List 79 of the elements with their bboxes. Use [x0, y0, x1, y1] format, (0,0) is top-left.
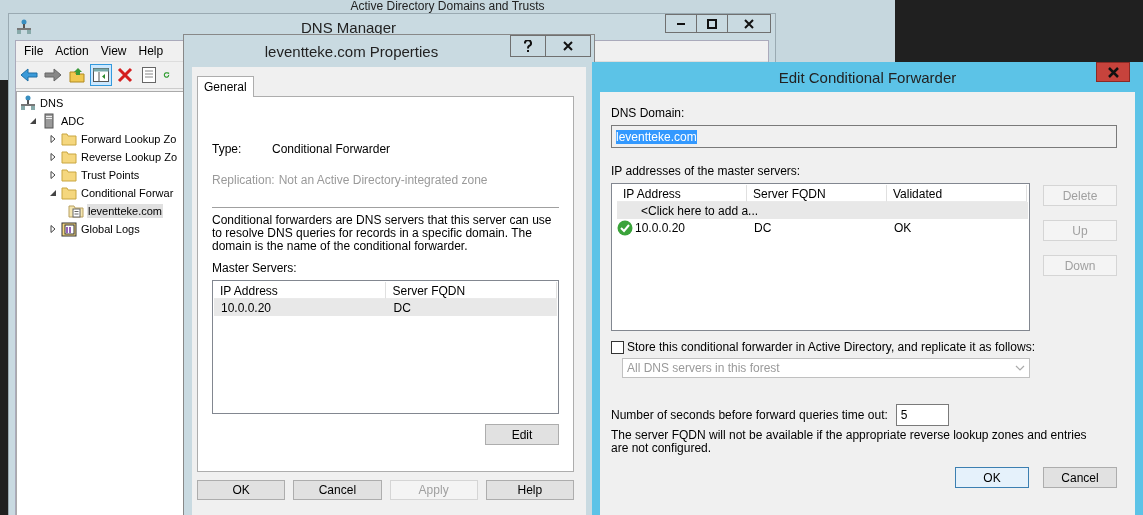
folder-icon: [61, 149, 77, 165]
tree-item[interactable]: leventteke.com: [87, 204, 163, 218]
close-icon: [744, 18, 754, 29]
server-icon: [41, 113, 57, 129]
dialog-button[interactable]: OK: [197, 480, 286, 500]
expand-arrow-icon[interactable]: [48, 134, 58, 144]
maximize-icon: [707, 18, 717, 29]
properties-icon: [142, 67, 156, 83]
field-value: Conditional Forwarder: [272, 142, 391, 156]
collapse-arrow-icon[interactable]: [48, 188, 58, 198]
close-icon: [563, 41, 573, 51]
tab[interactable]: General: [197, 76, 254, 97]
help-button[interactable]: [510, 35, 546, 57]
dialog-button[interactable]: OK: [955, 467, 1029, 488]
checkbox-label: Store this conditional forwarder in Active Directory, and replicate it as follows:: [627, 340, 1035, 354]
tree-item[interactable]: Trust Points: [80, 168, 141, 182]
table-row[interactable]: 10.0.0.20 DC OK: [617, 219, 1028, 236]
folder-up-icon: [69, 67, 85, 83]
window-title: DNS Manager: [300, 18, 396, 36]
folder-icon: [61, 185, 77, 201]
check-circle-icon: [617, 219, 633, 236]
field-label: Replication:: [212, 173, 275, 187]
close-button[interactable]: [727, 14, 771, 33]
tree-item[interactable]: DNS: [39, 96, 65, 110]
minimize-icon: [677, 22, 685, 25]
maximize-button[interactable]: [696, 14, 728, 33]
tree-item[interactable]: Global Logs: [80, 222, 141, 236]
menu-item[interactable]: View: [94, 44, 133, 58]
minimize-button[interactable]: [665, 14, 697, 33]
field-label: Number of seconds before forward queries time out:: [611, 408, 888, 422]
dialog-button[interactable]: Help: [485, 480, 574, 500]
question-mark-icon: [524, 40, 532, 52]
folder-icon: [61, 167, 77, 183]
note-text: The server FQDN will not be available if the appropriate reverse lookup zones and entries are not configured.: [611, 429, 1088, 455]
menu-item[interactable]: File: [18, 44, 50, 58]
menu-item[interactable]: Action: [49, 44, 95, 58]
table-cell-text: 10.0.0.20: [634, 220, 687, 235]
close-button[interactable]: [545, 35, 591, 57]
pane-icon: [93, 68, 109, 82]
tree-item[interactable]: ADC: [60, 114, 86, 128]
checkbox[interactable]: [611, 340, 624, 354]
table-cell-text: DC: [753, 220, 773, 235]
tree-item[interactable]: Reverse Lookup Zo: [80, 150, 178, 164]
table-cell-text: DC: [392, 300, 412, 315]
toolbar-button[interactable]: [90, 64, 112, 86]
collapse-arrow-icon[interactable]: [28, 116, 38, 126]
close-icon: [1107, 66, 1119, 78]
section-label: IP addresses of the master servers:: [611, 164, 802, 178]
log-book-icon: [61, 221, 77, 237]
delete-icon: [117, 67, 133, 83]
back-arrow-icon: [20, 68, 38, 82]
window-title: Active Directory Domains and Trusts: [349, 0, 546, 13]
server-tree-icon: [20, 95, 36, 111]
table-row[interactable]: 10.0.0.20 DC: [214, 299, 557, 316]
table-cell-text: 10.0.0.20: [220, 300, 273, 315]
edit-button[interactable]: Edit: [485, 424, 559, 445]
dialog-button[interactable]: Cancel: [293, 480, 382, 500]
expand-arrow-icon[interactable]: [48, 224, 58, 234]
timeout-input-field[interactable]: 5: [895, 404, 949, 426]
add-row-text: <Click here to add a...: [640, 203, 760, 218]
description-text: Conditional forwarders are DNS servers that this server can use to resolve DNS queries for records in a specific domain. The domain is the name of the conditional forwarder.: [212, 214, 553, 253]
dialog-title: leventteke.com Properties: [263, 42, 439, 60]
dialog-title: Edit Conditional Forwarder: [778, 68, 957, 86]
section-label: Master Servers:: [212, 261, 298, 275]
field-label: DNS Domain:: [611, 106, 686, 120]
dialog-button[interactable]: Cancel: [1043, 467, 1117, 488]
tree-item[interactable]: Conditional Forwar: [80, 186, 175, 200]
folder-icon: [61, 131, 77, 147]
add-row[interactable]: <Click here to add a...: [617, 202, 1028, 219]
tree-item[interactable]: Forward Lookup Zo: [80, 132, 178, 146]
expand-arrow-icon[interactable]: [48, 152, 58, 162]
chevron-down-icon: [1015, 365, 1025, 371]
forward-arrow-icon: [44, 68, 62, 82]
app-icon: [17, 19, 31, 35]
zone-file-icon: [68, 203, 84, 219]
menu-item[interactable]: Help: [132, 44, 170, 58]
expand-arrow-icon[interactable]: [48, 170, 58, 180]
field-label: Type:: [212, 142, 243, 156]
table-cell-text: OK: [893, 220, 913, 235]
